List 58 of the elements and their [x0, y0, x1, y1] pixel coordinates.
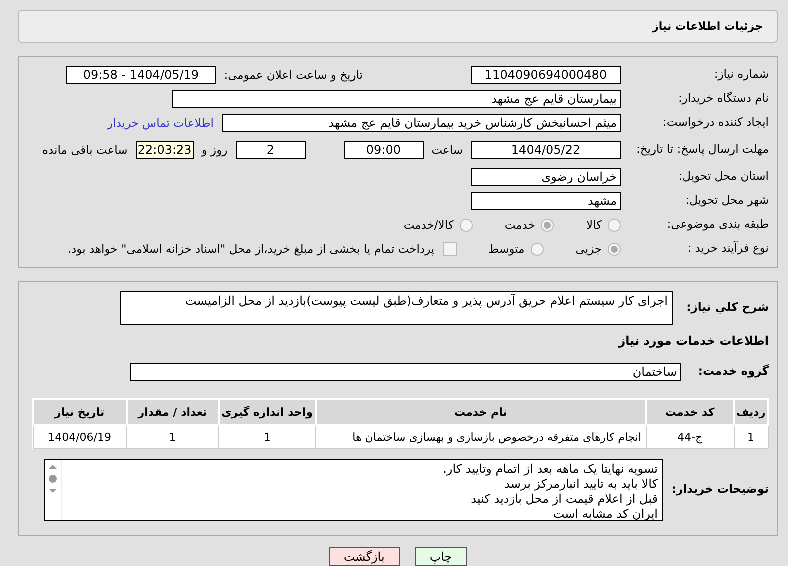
section-heading: اطلاعات خدمات مورد نیاز [618, 334, 769, 348]
field-label: شرح کلي نیاز: [686, 301, 769, 315]
checkbox-label: پرداخت تمام یا بخشی از مبلغ خرید،از محل "اسناد خزانه اسلامی" خواهد بود. [68, 242, 435, 256]
table-cell: 1 [126, 425, 219, 448]
radio-button[interactable] [608, 242, 621, 256]
field-label: روز و [202, 143, 228, 157]
city-field: مشهد [471, 192, 621, 210]
description-field: اجرای کار سیستم اعلام حریق آدرس پذیر و متعارف(طبق لیست پیوست)بازدید از محل الزامیست [120, 291, 673, 325]
table-cell: ج-44 [646, 425, 734, 448]
column-header: کد خدمت [646, 399, 734, 425]
field-label: تاریخ و ساعت اعلان عمومی: [224, 68, 363, 82]
radio-label: متوسط [488, 242, 525, 256]
column-header: نام خدمت [316, 399, 646, 425]
scroll-arrows-icon[interactable] [48, 464, 58, 494]
deadline-date-field: 1404/05/22 [471, 141, 621, 159]
column-header: واحد اندازه گیری [218, 399, 316, 425]
province-field: خراسان رضوی [471, 168, 621, 186]
radio-label: خدمت [504, 218, 536, 232]
service-group-field: ساختمان [130, 363, 681, 381]
days-field: 2 [236, 141, 306, 159]
column-header: تعداد / مقدار [126, 399, 219, 425]
field-label: نوع فرآیند خرید : [686, 242, 769, 256]
table-cell: 1404/06/19 [33, 425, 127, 448]
radio-button[interactable] [460, 218, 473, 232]
field-label: ساعت [432, 143, 463, 157]
table-cell: 1 [734, 425, 768, 448]
radio-button[interactable] [530, 242, 544, 256]
field-label: گروه خدمت: [697, 365, 769, 379]
field-label: شماره نیاز: [713, 68, 769, 82]
buyer-contact-link[interactable]: اطلاعات تماس خریدار [107, 116, 214, 130]
announce-date-field: 1404/05/19 - 09:58 [66, 66, 216, 84]
checkbox[interactable] [442, 242, 457, 256]
remaining-time-field: 22:03:23 [136, 141, 194, 159]
field-label: شهر محل تحویل: [684, 194, 769, 208]
radio-label: کالا/خدمت [404, 218, 454, 232]
field-label: توضیحات خریدار: [671, 483, 769, 497]
field-label: مهلت ارسال پاسخ: تا تاریخ: [635, 143, 769, 157]
radio-button[interactable] [608, 218, 621, 232]
table-cell: 1 [218, 425, 316, 448]
creator-field: میثم احسانبخش کارشناس خرید بیمارستان قایم عج مشهد [222, 114, 621, 132]
table-cell: انجام کارهای متفرقه درخصوص بازسازی و بهسازی ساختمان ها [316, 425, 646, 448]
deadline-time-field: 09:00 [344, 141, 424, 159]
need-number-field: 1104090694000480 [471, 66, 621, 84]
buyer-notes-text: تسویه نهایتا یک ماهه بعد از اتمام وتایید کار. کالا باید به تایید انبارمرکز برسد قبل از اعلام قیمت از محل بازدید کنید ایران کد مشابه است [442, 461, 659, 520]
back-button[interactable]: بازگشت [328, 547, 400, 566]
column-header: تاریخ نیاز [33, 399, 127, 425]
radio-label: کالا [586, 218, 602, 232]
radio-button[interactable] [541, 218, 554, 232]
page-title: جزئیات اطلاعات نیاز [652, 20, 763, 33]
field-label: ایجاد کننده درخواست: [662, 116, 769, 130]
field-label: ساعت باقی مانده [42, 143, 128, 157]
field-label: استان محل تحویل: [678, 170, 769, 184]
radio-label: جزیی [576, 242, 602, 256]
print-button[interactable]: چاپ [414, 547, 468, 566]
column-header: ردیف [734, 399, 768, 425]
field-label: نام دستگاه خریدار: [677, 92, 769, 106]
buyer-field: بیمارستان قایم عج مشهد [172, 90, 621, 108]
field-label: طبقه بندی موضوعی: [666, 218, 769, 232]
